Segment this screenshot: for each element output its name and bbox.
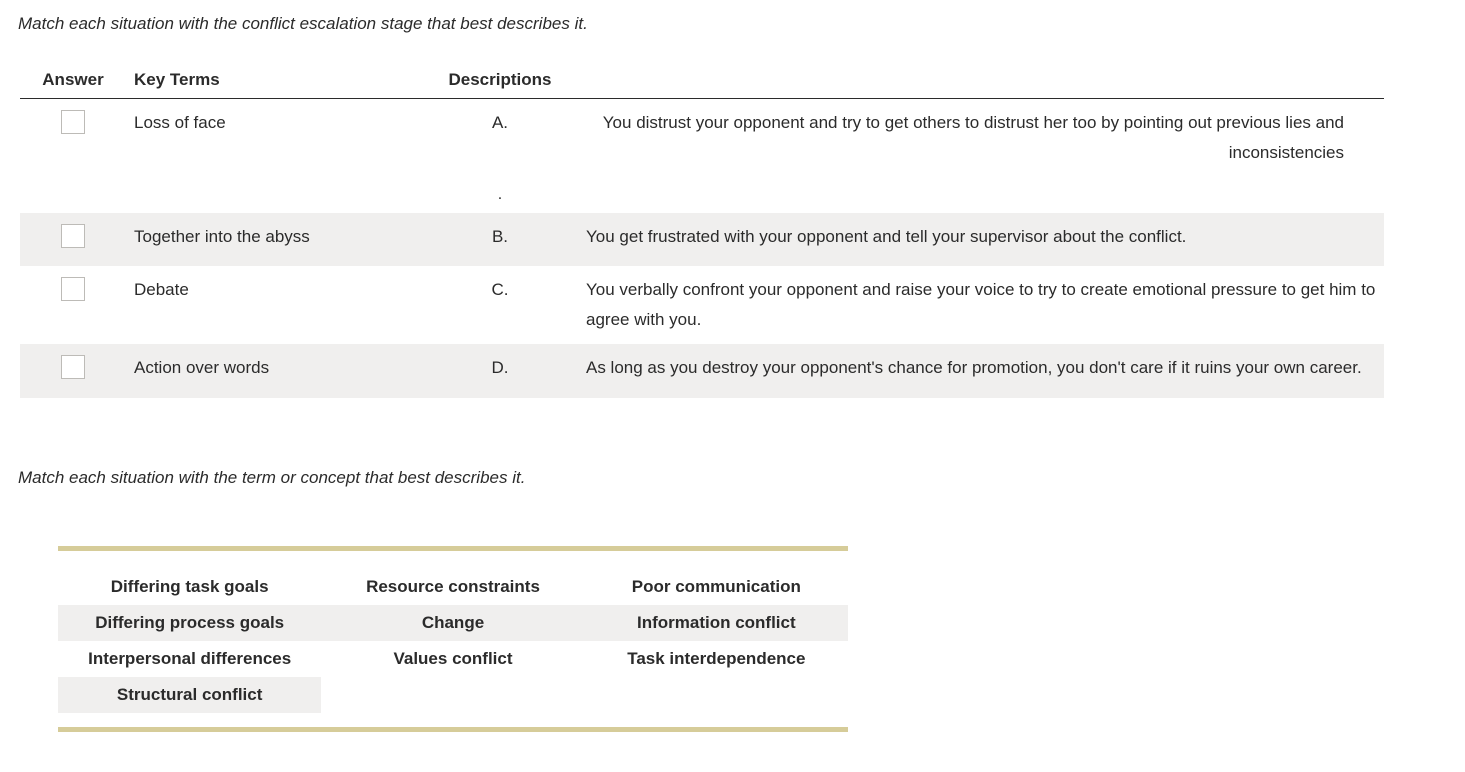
- concepts-row: Structural conflict: [58, 677, 848, 713]
- letter-cell: A.: [422, 99, 578, 177]
- concept-item[interactable]: Interpersonal differences: [58, 641, 321, 677]
- concept-item[interactable]: Resource constraints: [321, 569, 584, 605]
- matching-table: Answer Key Terms Descriptions Loss of fa…: [20, 64, 1384, 398]
- letter-cell: D.: [422, 344, 578, 398]
- table-row: Together into the abyss B. You get frust…: [20, 213, 1384, 267]
- concept-empty: [321, 677, 584, 713]
- question2-prompt: Match each situation with the term or co…: [18, 468, 1449, 488]
- table-row: Action over words D. As long as you dest…: [20, 344, 1384, 398]
- table-header-row: Answer Key Terms Descriptions: [20, 64, 1384, 99]
- concept-empty: [585, 677, 848, 713]
- concept-item[interactable]: Poor communication: [585, 569, 848, 605]
- description-cell: You get frustrated with your opponent an…: [578, 213, 1384, 267]
- concepts-box: Differing task goals Resource constraint…: [58, 546, 848, 732]
- table-row: Loss of face A. You distrust your oppone…: [20, 99, 1384, 177]
- letter-cell: B.: [422, 213, 578, 267]
- description-cell: You distrust your opponent and try to ge…: [578, 99, 1384, 177]
- concept-item[interactable]: Differing process goals: [58, 605, 321, 641]
- letter-cell: C.: [422, 266, 578, 344]
- term-cell: Loss of face: [126, 99, 422, 177]
- page: Match each situation with the conflict e…: [0, 0, 1465, 772]
- concept-item[interactable]: Values conflict: [321, 641, 584, 677]
- concept-item[interactable]: Information conflict: [585, 605, 848, 641]
- answer-input[interactable]: [61, 224, 85, 248]
- concept-item[interactable]: Differing task goals: [58, 569, 321, 605]
- answer-input[interactable]: [61, 355, 85, 379]
- concept-item[interactable]: Task interdependence: [585, 641, 848, 677]
- concept-item[interactable]: Change: [321, 605, 584, 641]
- concepts-row: Differing task goals Resource constraint…: [58, 569, 848, 605]
- answer-input[interactable]: [61, 277, 85, 301]
- term-cell: Debate: [126, 266, 422, 344]
- answer-input[interactable]: [61, 110, 85, 134]
- header-answer: Answer: [20, 64, 126, 99]
- dot-row: .: [20, 177, 1384, 213]
- concepts-row: Differing process goals Change Informati…: [58, 605, 848, 641]
- header-spacer: [578, 64, 1384, 99]
- bottom-accent-bar: [58, 727, 848, 732]
- top-accent-bar: [58, 546, 848, 551]
- concept-item[interactable]: Structural conflict: [58, 677, 321, 713]
- term-cell: Action over words: [126, 344, 422, 398]
- description-cell: As long as you destroy your opponent's c…: [578, 344, 1384, 398]
- concepts-row: Interpersonal differences Values conflic…: [58, 641, 848, 677]
- description-cell: You verbally confront your opponent and …: [578, 266, 1384, 344]
- term-cell: Together into the abyss: [126, 213, 422, 267]
- table-row: Debate C. You verbally confront your opp…: [20, 266, 1384, 344]
- header-key-terms: Key Terms: [126, 64, 422, 99]
- header-descriptions: Descriptions: [422, 64, 578, 99]
- question1-prompt: Match each situation with the conflict e…: [18, 14, 1449, 34]
- concepts-table: Differing task goals Resource constraint…: [58, 569, 848, 713]
- dot-cell: .: [422, 177, 578, 213]
